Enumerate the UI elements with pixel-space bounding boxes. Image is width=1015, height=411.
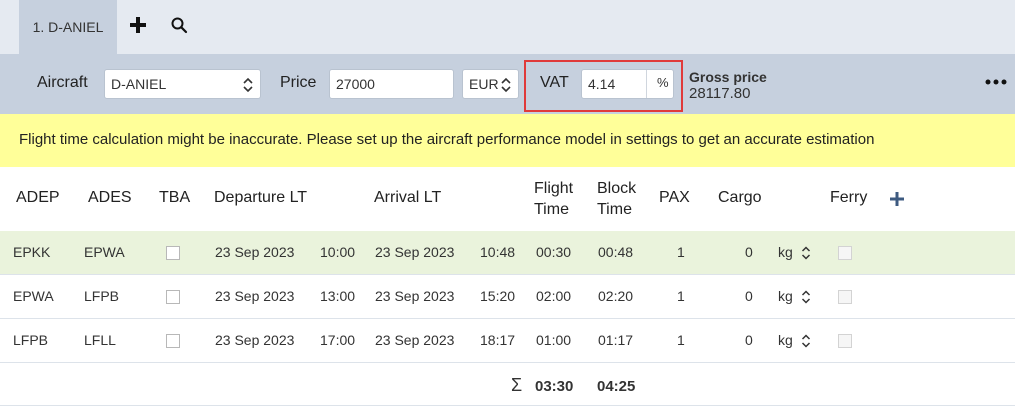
row-adep: EPWA [13, 288, 54, 304]
row-cargo[interactable]: 0 [745, 332, 753, 348]
col-block-time: Block Time [597, 178, 636, 220]
total-flight-time: 03:30 [535, 378, 574, 395]
row-pax[interactable]: 1 [677, 244, 685, 260]
row-ades: LFLL [84, 332, 116, 348]
col-adep: ADEP [16, 189, 60, 206]
chevron-updown-icon[interactable] [801, 245, 811, 261]
col-ades: ADES [88, 189, 132, 206]
row-flight-time: 02:00 [536, 288, 572, 304]
ferry-checkbox[interactable] [838, 334, 852, 348]
row-block-time: 02:20 [598, 288, 634, 304]
row-cargo-unit[interactable]: kg [778, 244, 793, 260]
tab-d-aniel[interactable]: 1. D-ANIEL [19, 0, 117, 54]
row-arrival-date[interactable]: 23 Sep 2023 [375, 332, 454, 348]
row-cargo[interactable]: 0 [745, 288, 753, 304]
total-block-time: 04:25 [597, 378, 636, 395]
sum-symbol: Σ [511, 375, 523, 395]
tba-checkbox[interactable] [166, 246, 180, 260]
col-arrival: Arrival LT [374, 189, 442, 206]
col-cargo: Cargo [718, 189, 762, 206]
row-pax[interactable]: 1 [677, 332, 685, 348]
row-departure-time[interactable]: 17:00 [320, 332, 355, 348]
chevron-updown-icon [501, 77, 511, 93]
row-cargo-unit[interactable]: kg [778, 288, 793, 304]
warning-text: Flight time calculation might be inaccur… [19, 131, 875, 148]
row-adep: LFPB [13, 332, 49, 348]
row-departure-date[interactable]: 23 Sep 2023 [215, 244, 294, 260]
tba-checkbox[interactable] [166, 334, 180, 348]
row-arrival-time[interactable]: 10:48 [480, 244, 515, 260]
row-arrival-date[interactable]: 23 Sep 2023 [375, 288, 454, 304]
gross-price-label: Gross price [689, 69, 767, 85]
col-block-time-line1: Block [597, 180, 637, 197]
row-departure-date[interactable]: 23 Sep 2023 [215, 288, 294, 304]
currency-select-value: EUR [469, 76, 499, 92]
col-flight-time: Flight Time [534, 178, 573, 220]
row-ades: LFPB [84, 288, 120, 304]
row-block-time: 01:17 [598, 332, 634, 348]
aircraft-select-value: D-ANIEL [111, 76, 167, 92]
ferry-checkbox[interactable] [838, 246, 852, 260]
row-cargo-unit[interactable]: kg [778, 332, 793, 348]
vat-highlight-frame [524, 60, 683, 112]
tab-bar: 1. D-ANIEL [0, 0, 1015, 54]
chevron-updown-icon[interactable] [801, 289, 811, 305]
chevron-updown-icon[interactable] [801, 333, 811, 349]
row-arrival-time[interactable]: 15:20 [480, 288, 515, 304]
search-icon[interactable] [170, 16, 188, 34]
pricing-toolbar: Aircraft D-ANIEL Price 27000 EUR VAT 4.1… [0, 54, 1015, 114]
row-flight-time: 00:30 [536, 244, 572, 260]
col-ferry: Ferry [830, 189, 868, 206]
table-row[interactable]: EPKK EPWA 23 Sep 2023 10:00 23 Sep 2023 … [0, 231, 1015, 275]
row-departure-date[interactable]: 23 Sep 2023 [215, 332, 294, 348]
warning-banner: Flight time calculation might be inaccur… [0, 114, 1015, 167]
tab-label: 1. D-ANIEL [32, 19, 104, 35]
price-input[interactable]: 27000 [329, 69, 454, 99]
col-departure: Departure LT [214, 189, 308, 206]
plus-icon[interactable] [128, 15, 148, 35]
more-icon[interactable] [985, 77, 1007, 87]
row-departure-time[interactable]: 10:00 [320, 244, 355, 260]
totals-row: Σ 03:30 04:25 [0, 362, 1015, 406]
row-ades: EPWA [84, 244, 125, 260]
row-pax[interactable]: 1 [677, 288, 685, 304]
col-tba: TBA [159, 189, 191, 206]
price-input-value: 27000 [336, 76, 375, 92]
col-flight-time-line1: Flight [534, 180, 574, 197]
chevron-updown-icon [243, 77, 253, 93]
gross-price-value: 28117.80 [689, 85, 751, 102]
table-row[interactable]: EPWA LFPB 23 Sep 2023 13:00 23 Sep 2023 … [0, 275, 1015, 319]
price-label: Price [280, 74, 317, 91]
row-adep: EPKK [13, 244, 51, 260]
table-row[interactable]: LFPB LFLL 23 Sep 2023 17:00 23 Sep 2023 … [0, 319, 1015, 363]
tba-checkbox[interactable] [166, 290, 180, 304]
ferry-checkbox[interactable] [838, 290, 852, 304]
row-arrival-date[interactable]: 23 Sep 2023 [375, 244, 454, 260]
aircraft-label: Aircraft [37, 74, 88, 91]
aircraft-select[interactable]: D-ANIEL [104, 69, 261, 99]
row-arrival-time[interactable]: 18:17 [480, 332, 515, 348]
col-block-time-line2: Time [597, 201, 632, 218]
col-pax: PAX [659, 189, 690, 206]
row-departure-time[interactable]: 13:00 [320, 288, 355, 304]
plus-icon[interactable] [889, 191, 905, 207]
row-flight-time: 01:00 [536, 332, 572, 348]
row-block-time: 00:48 [598, 244, 634, 260]
row-cargo[interactable]: 0 [745, 244, 753, 260]
col-flight-time-line2: Time [534, 201, 569, 218]
currency-select[interactable]: EUR [462, 69, 519, 99]
